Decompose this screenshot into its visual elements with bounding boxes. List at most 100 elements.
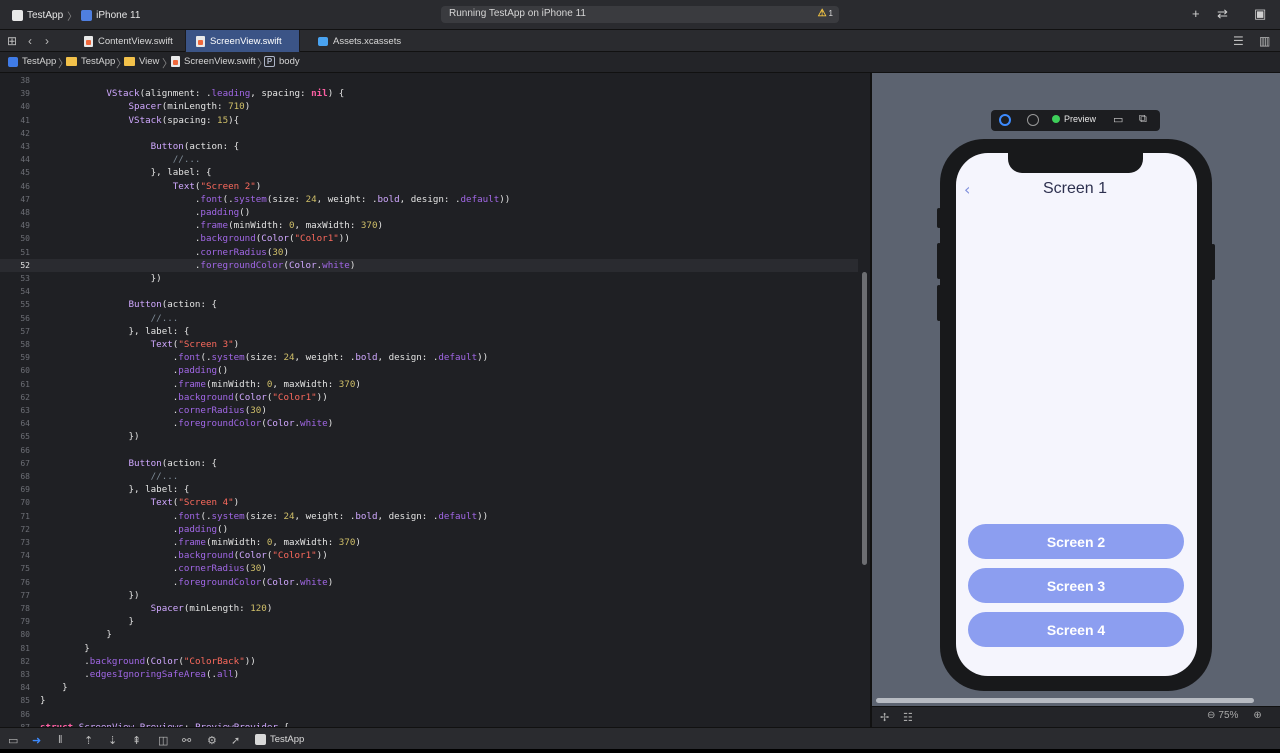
line-number: 82 (20, 656, 30, 666)
code-line[interactable]: 59 .font(.system(size: 24, weight: .bold… (0, 351, 858, 364)
code-line[interactable]: 46 Text("Screen 2") (0, 180, 858, 193)
code-line[interactable]: 64 .foregroundColor(Color.white) (0, 417, 858, 430)
inspector-toggle-icon[interactable]: ▣ (1254, 6, 1266, 22)
code-line[interactable]: 74 .background(Color("Color1")) (0, 549, 858, 562)
code-line[interactable]: 68 //... (0, 470, 858, 483)
code-line[interactable]: 45 }, label: { (0, 166, 858, 179)
preview-toolbar: Preview ▭ ⧉ (991, 110, 1160, 131)
tab-assets[interactable]: Assets.xcassets (308, 30, 412, 52)
pin-icon[interactable]: ✢ (880, 711, 889, 724)
code-line[interactable]: 67 Button(action: { (0, 457, 858, 470)
code-line[interactable]: 72 .padding() (0, 523, 858, 536)
code-line[interactable]: 61 .frame(minWidth: 0, maxWidth: 370) (0, 378, 858, 391)
selectable-mode-icon[interactable] (1027, 114, 1039, 126)
duplicate-preview-icon[interactable]: ⧉ (1139, 113, 1147, 126)
code-line[interactable]: 71 .font(.system(size: 24, weight: .bold… (0, 510, 858, 523)
list-icon[interactable]: ☷ (903, 711, 913, 724)
step-out-icon[interactable]: ⇞ (132, 734, 141, 747)
code-line[interactable]: 50 .background(Color("Color1")) (0, 232, 858, 245)
breadcrumb-project[interactable]: TestApp (8, 56, 56, 67)
code-line[interactable]: 51 .cornerRadius(30) (0, 246, 858, 259)
code-line[interactable]: 66 (0, 444, 858, 457)
add-editor-icon[interactable]: ▥ (1259, 34, 1270, 48)
code-line[interactable]: 54 (0, 285, 858, 298)
step-over-icon[interactable]: ⇡ (84, 734, 93, 747)
screen4-button[interactable]: Screen 4 (968, 612, 1184, 647)
code-editor[interactable]: 38 39 VStack(alignment: .leading, spacing… (0, 73, 858, 727)
code-line[interactable]: 84 } (0, 681, 858, 694)
code-line[interactable]: 82 .background(Color("ColorBack")) (0, 655, 858, 668)
screen3-button[interactable]: Screen 3 (968, 568, 1184, 603)
breadcrumb-file[interactable]: ScreenView.swift (171, 56, 256, 67)
code-line[interactable]: 75 .cornerRadius(30) (0, 562, 858, 575)
environment-overrides-icon[interactable]: ⚙ (207, 734, 217, 747)
grid-icon[interactable]: ⊞ (7, 34, 17, 48)
zoom-control[interactable]: ⊖ 75% ⊕ (1207, 710, 1262, 721)
code-line[interactable]: 52 .foregroundColor(Color.white) (0, 258, 858, 272)
code-line[interactable]: 47 .font(.system(size: 24, weight: .bold… (0, 193, 858, 206)
code-line[interactable]: 42 (0, 127, 858, 140)
code-line[interactable]: 56 //... (0, 312, 858, 325)
code-line[interactable]: 39 VStack(alignment: .leading, spacing: … (0, 87, 858, 100)
code-line[interactable]: 43 Button(action: { (0, 140, 858, 153)
code-line[interactable]: 58 Text("Screen 3") (0, 338, 858, 351)
code-line[interactable]: 70 Text("Screen 4") (0, 496, 858, 509)
zoom-in-icon[interactable]: ⊕ (1253, 710, 1261, 721)
line-number: 84 (20, 683, 30, 693)
code-line[interactable]: 44 //... (0, 153, 858, 166)
code-line[interactable]: 81 } (0, 642, 858, 655)
tab-contentview[interactable]: ContentView.swift (74, 30, 186, 52)
scheme-selector[interactable]: TestApp 〉 iPhone 11 (12, 7, 140, 23)
view-hierarchy-icon[interactable]: ◫ (158, 734, 168, 747)
code-line[interactable]: 83 .edgesIgnoringSafeArea(.all) (0, 668, 858, 681)
swap-icon[interactable]: ⇄ (1217, 6, 1228, 22)
hide-debug-area-icon[interactable]: ▭ (8, 734, 18, 747)
tab-screenview[interactable]: ScreenView.swift (186, 30, 300, 52)
code-text: .padding() (40, 365, 229, 377)
zoom-out-icon[interactable]: ⊖ (1207, 710, 1215, 721)
code-line[interactable]: 79 } (0, 615, 858, 628)
breakpoints-icon[interactable]: ➜ (32, 734, 41, 747)
editor-options-icon[interactable]: ☰ (1233, 34, 1244, 48)
debug-process[interactable]: TestApp (255, 734, 304, 745)
live-preview-icon[interactable] (999, 114, 1011, 126)
pause-icon[interactable]: ‖ (58, 734, 63, 746)
code-line[interactable]: 80 } (0, 628, 858, 641)
back-icon[interactable]: ‹ (28, 34, 32, 48)
forward-icon[interactable]: › (45, 34, 49, 48)
breadcrumb-folder[interactable]: View (124, 56, 159, 67)
memory-graph-icon[interactable]: ⚯ (182, 734, 191, 747)
code-line[interactable]: 65 }) (0, 430, 858, 443)
code-line[interactable]: 40 Spacer(minLength: 710) (0, 100, 858, 113)
step-into-icon[interactable]: ⇣ (108, 734, 117, 747)
device-settings-icon[interactable]: ▭ (1113, 113, 1123, 126)
code-line[interactable]: 60 .padding() (0, 364, 858, 377)
code-line[interactable]: 77 }) (0, 589, 858, 602)
code-line[interactable]: 53 }) (0, 272, 858, 285)
add-icon[interactable]: + (1192, 6, 1200, 21)
code-line[interactable]: 86 (0, 708, 858, 721)
preview-mode-button[interactable]: Preview (1052, 114, 1096, 124)
simulate-location-icon[interactable]: ➚ (231, 734, 240, 747)
screen2-button[interactable]: Screen 2 (968, 524, 1184, 559)
canvas-scrollbar[interactable] (876, 698, 1254, 703)
code-line[interactable]: 55 Button(action: { (0, 298, 858, 311)
code-line[interactable]: 57 }, label: { (0, 325, 858, 338)
code-line[interactable]: 76 .foregroundColor(Color.white) (0, 576, 858, 589)
code-line[interactable]: 63 .cornerRadius(30) (0, 404, 858, 417)
code-line[interactable]: 62 .background(Color("Color1")) (0, 391, 858, 404)
code-line[interactable]: 78 Spacer(minLength: 120) (0, 602, 858, 615)
breadcrumb-symbol[interactable]: P body (264, 56, 300, 67)
code-line[interactable]: 41 VStack(spacing: 15){ (0, 114, 858, 127)
back-chevron-icon[interactable]: ‹ (964, 180, 970, 199)
code-line[interactable]: 85} (0, 694, 858, 707)
code-line[interactable]: 49 .frame(minWidth: 0, maxWidth: 370) (0, 219, 858, 232)
code-line[interactable]: 48 .padding() (0, 206, 858, 219)
warning-badge[interactable]: ⚠ 1 (818, 8, 833, 19)
code-line[interactable]: 73 .frame(minWidth: 0, maxWidth: 370) (0, 536, 858, 549)
editor-scrollbar[interactable] (862, 272, 867, 565)
code-line[interactable]: 69 }, label: { (0, 483, 858, 496)
code-text: //... (172, 154, 201, 166)
breadcrumb-group[interactable]: TestApp (66, 56, 115, 67)
code-line[interactable]: 38 (0, 74, 858, 87)
